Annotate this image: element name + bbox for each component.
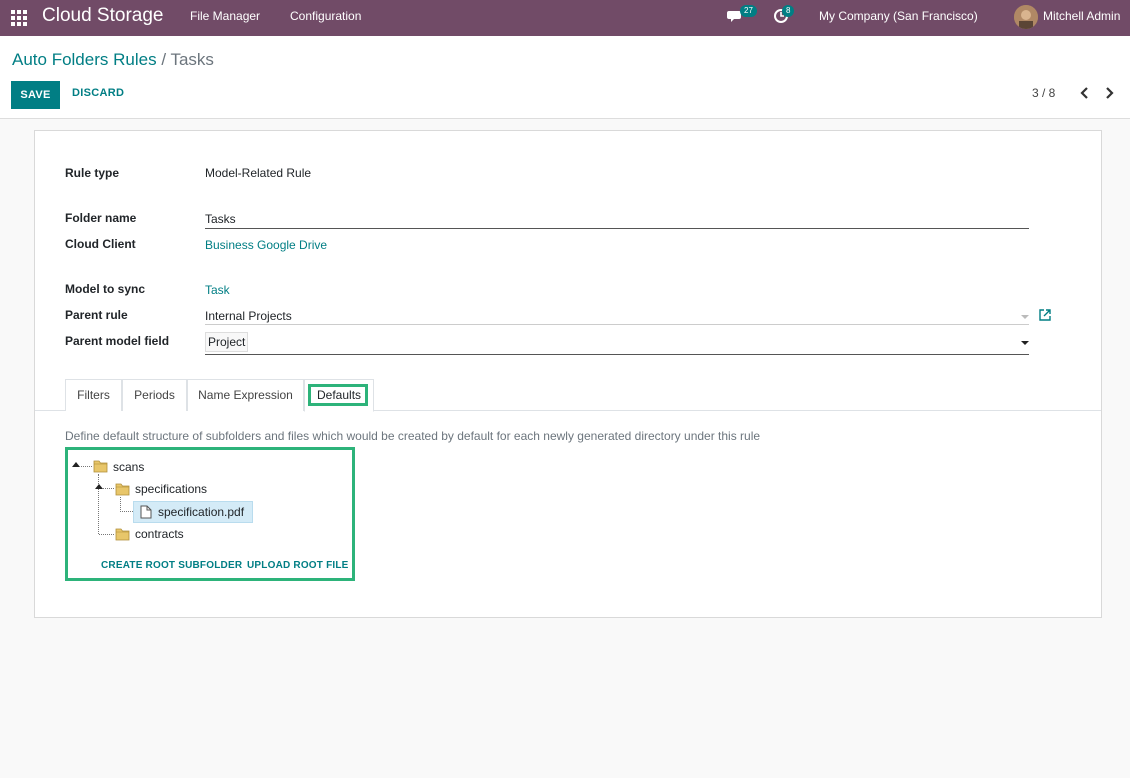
discard-button[interactable]: DISCARD [72, 87, 124, 99]
tree-connector [79, 466, 92, 467]
file-icon [140, 505, 152, 519]
menu-file-manager[interactable]: File Manager [190, 9, 260, 23]
user-menu[interactable]: Mitchell Admin [1043, 9, 1120, 23]
user-avatar[interactable] [1014, 5, 1038, 29]
tree-connector [120, 511, 133, 512]
tree-node-contracts[interactable]: contracts [135, 527, 184, 541]
tree-node-scans[interactable]: scans [113, 460, 144, 474]
parent-field-select[interactable]: Project [205, 332, 249, 352]
parent-rule-label: Parent rule [65, 308, 128, 322]
tab-periods[interactable]: Periods [122, 379, 187, 411]
parent-field-underline [205, 354, 1029, 355]
breadcrumb-current: Tasks [170, 50, 214, 69]
menu-configuration[interactable]: Configuration [290, 9, 361, 23]
pager-value[interactable]: 3 / 8 [1032, 86, 1055, 100]
breadcrumb-parent[interactable]: Auto Folders Rules [12, 50, 157, 69]
model-link[interactable]: Task [205, 283, 230, 297]
folder-icon [115, 527, 130, 541]
form-sheet: Rule type Model-Related Rule Folder name… [34, 130, 1102, 618]
activities-badge: 8 [782, 5, 795, 17]
pager-previous-icon[interactable] [1078, 85, 1092, 101]
folder-name-label: Folder name [65, 211, 137, 225]
control-panel: Auto Folders Rules / Tasks SAVE DISCARD … [0, 36, 1130, 119]
parent-rule-underline [205, 324, 1029, 325]
defaults-tree-box: scans specifications specification.pdf c… [65, 447, 355, 581]
folder-icon [115, 482, 130, 496]
tree-connector [99, 534, 114, 535]
parent-field-dropdown-icon[interactable] [1021, 341, 1029, 345]
folder-icon [93, 459, 108, 473]
tree-connector [102, 488, 114, 489]
breadcrumb-separator: / [161, 50, 167, 69]
folder-name-underline [205, 228, 1029, 229]
tree-connector [120, 497, 121, 512]
top-navbar: Cloud Storage File Manager Configuration… [0, 0, 1130, 36]
breadcrumb: Auto Folders Rules / Tasks [12, 50, 214, 70]
tab-filters[interactable]: Filters [65, 379, 122, 411]
tree-connector [98, 474, 99, 534]
defaults-description: Define default structure of subfolders a… [65, 429, 761, 443]
app-brand[interactable]: Cloud Storage [42, 5, 163, 27]
pager-next-icon[interactable] [1104, 85, 1118, 101]
save-button[interactable]: SAVE [11, 81, 60, 109]
parent-rule-dropdown-icon[interactable] [1021, 315, 1029, 319]
create-root-subfolder-button[interactable]: CREATE ROOT SUBFOLDER [101, 560, 242, 571]
apps-menu-icon[interactable] [11, 10, 27, 26]
upload-root-file-button[interactable]: UPLOAD ROOT FILE [247, 560, 349, 571]
folder-name-input[interactable]: Tasks [205, 212, 236, 226]
notebook-tabs: Filters Periods Name Expression [35, 379, 1101, 412]
rule-type-label: Rule type [65, 166, 120, 180]
company-switcher[interactable]: My Company (San Francisco) [819, 9, 978, 23]
tab-defaults-label[interactable]: Defaults [317, 388, 361, 402]
messages-badge: 27 [740, 5, 757, 17]
tree-node-specification-pdf[interactable]: specification.pdf [158, 505, 244, 519]
cloud-client-link[interactable]: Business Google Drive [205, 238, 327, 252]
parent-rule-input[interactable]: Internal Projects [205, 309, 292, 323]
tree-node-specifications[interactable]: specifications [135, 482, 207, 496]
cloud-client-label: Cloud Client [65, 237, 136, 251]
parent-field-label: Parent model field [65, 334, 170, 348]
model-label: Model to sync [65, 282, 146, 296]
external-link-icon[interactable] [1038, 308, 1052, 322]
tab-name-expression[interactable]: Name Expression [187, 379, 304, 411]
rule-type-value: Model-Related Rule [205, 166, 312, 180]
